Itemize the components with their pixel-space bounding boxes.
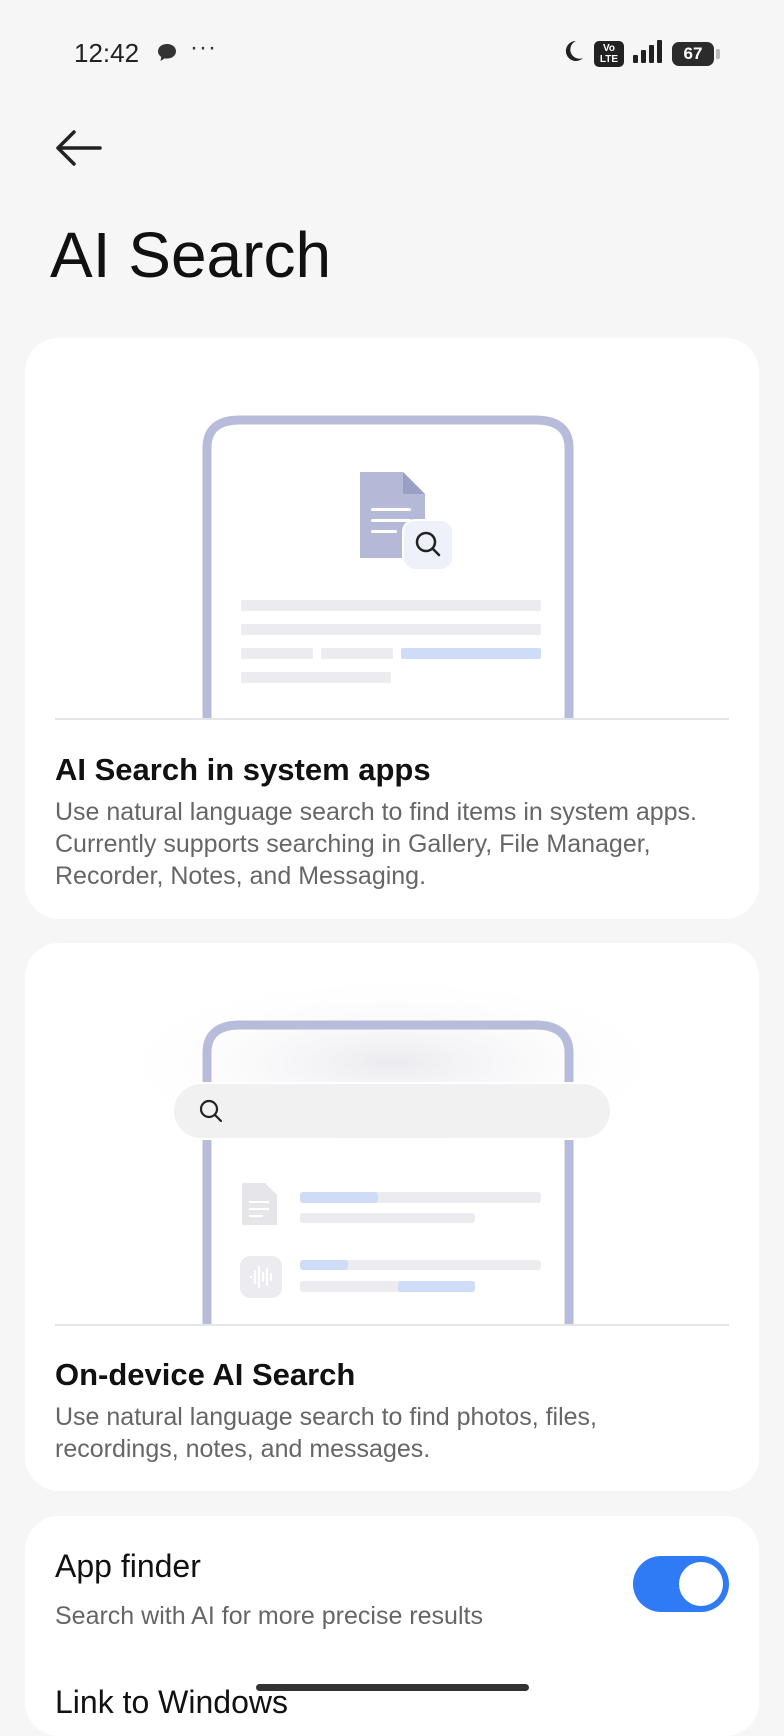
card-description: Use natural language search to find item… — [55, 798, 698, 890]
home-indicator[interactable] — [256, 1684, 529, 1691]
status-time: 12:42 — [74, 38, 140, 68]
status-icons: Vo LTE 67 — [560, 38, 720, 69]
settings-card: App finder Search with AI for more preci… — [25, 1516, 759, 1736]
toggle-knob — [679, 1562, 723, 1606]
system-apps-search-card: AI Search in system apps Use natural lan… — [25, 338, 759, 919]
more-notifications-icon: ··· — [190, 34, 217, 61]
audio-waveform-icon — [240, 1256, 282, 1298]
arrow-left-icon — [56, 130, 102, 166]
page-title: AI Search — [50, 219, 332, 291]
volte-icon: Vo LTE — [594, 40, 624, 67]
battery-level: 67 — [683, 43, 703, 63]
app-finder-subtitle: Search with AI for more precise results — [55, 1602, 483, 1630]
message-notification-icon — [156, 42, 178, 69]
search-icon — [402, 519, 454, 571]
battery-icon: 67 — [672, 41, 720, 66]
on-device-search-card: On-device AI Search Use natural language… — [25, 943, 759, 1491]
card-divider — [55, 718, 729, 720]
volte-top-text: Vo — [602, 42, 616, 54]
card-divider — [55, 1324, 729, 1326]
app-finder-toggle[interactable] — [633, 1556, 729, 1612]
card-description: Use natural language search to find phot… — [55, 1403, 598, 1463]
on-device-search-illustration — [102, 973, 682, 1325]
card-title: AI Search in system apps — [55, 752, 431, 787]
signal-strength-icon — [632, 39, 664, 68]
app-finder-title: App finder — [55, 1548, 201, 1584]
status-bar: 12:42 ··· Vo LTE 67 — [0, 0, 784, 104]
link-to-windows-row[interactable]: Link to Windows — [55, 1684, 288, 1721]
volte-bottom-text: LTE — [599, 53, 619, 65]
do-not-disturb-moon-icon — [560, 38, 586, 69]
card-title: On-device AI Search — [55, 1357, 356, 1392]
file-icon — [242, 1183, 277, 1225]
system-apps-illustration — [202, 415, 574, 718]
back-button[interactable] — [52, 124, 104, 172]
